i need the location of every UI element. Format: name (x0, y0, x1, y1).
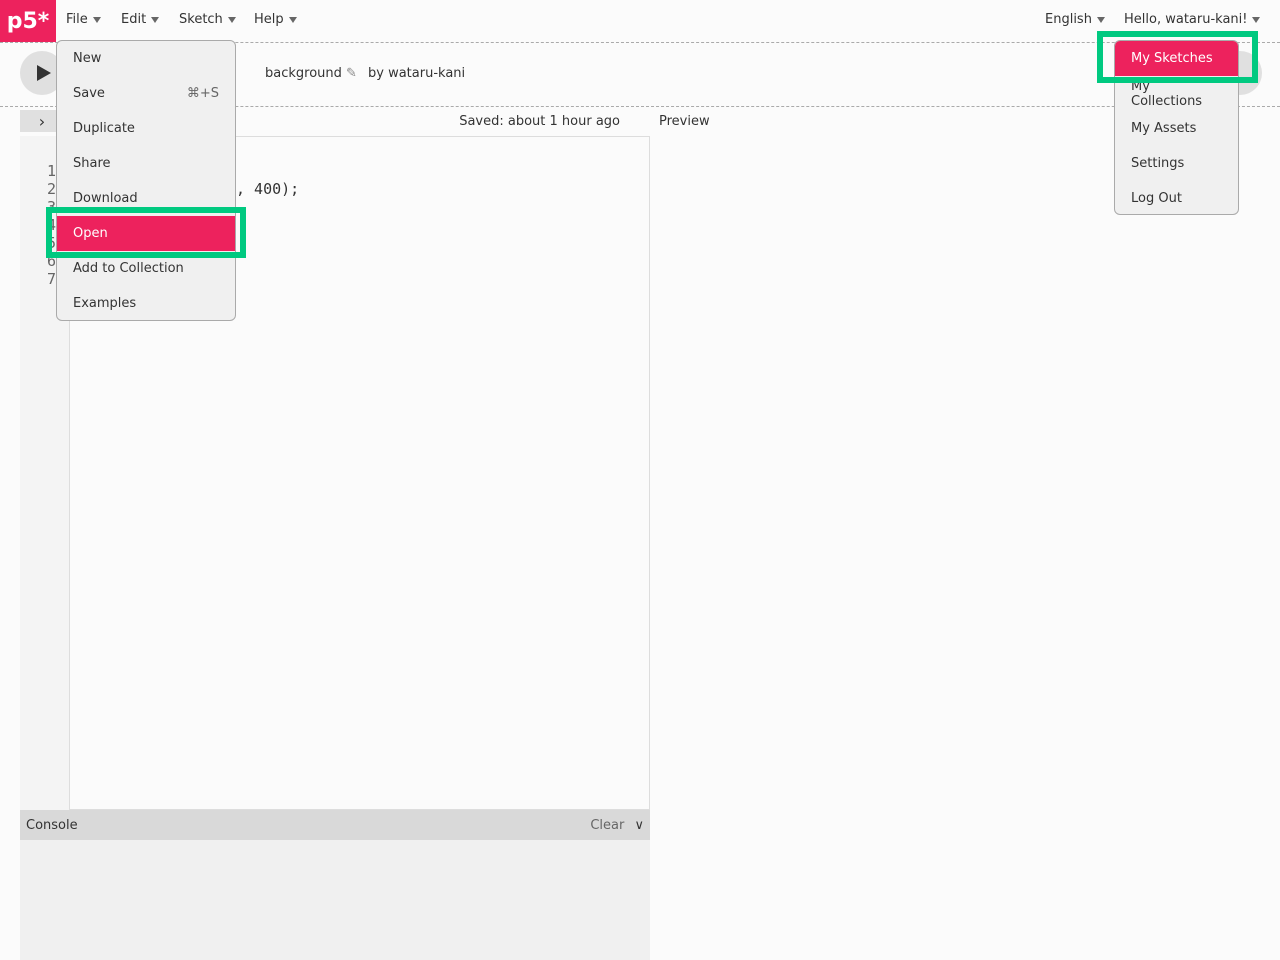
menu-item-examples[interactable]: Examples (57, 286, 235, 320)
p5-logo[interactable]: p5* (0, 0, 56, 42)
console-clear-button[interactable]: Clear (590, 818, 624, 833)
console-header: Console Clear ∨ (20, 810, 650, 840)
chevron-down-icon[interactable]: ∨ (634, 818, 644, 833)
menu-item-save[interactable]: Save ⌘+S (57, 76, 235, 111)
sketch-name[interactable]: background ✎ (265, 66, 357, 81)
nav-help[interactable]: Help (254, 12, 297, 27)
code-line: , 400); (236, 180, 300, 198)
console-title: Console (26, 817, 78, 833)
highlight-box (46, 207, 246, 258)
caret-down-icon (151, 16, 160, 23)
menu-item-share[interactable]: Share (57, 146, 235, 181)
menu-item-new[interactable]: New (57, 41, 235, 76)
console-output (20, 840, 650, 960)
saved-status: Saved: about 1 hour ago (459, 114, 620, 129)
sketch-author[interactable]: by wataru-kani (368, 66, 465, 81)
caret-down-icon (1252, 16, 1261, 23)
nav-edit[interactable]: Edit (121, 12, 160, 27)
caret-down-icon (288, 16, 297, 23)
menu-item-duplicate[interactable]: Duplicate (57, 111, 235, 146)
chevron-right-icon: › (38, 111, 46, 131)
caret-down-icon (227, 16, 236, 23)
preview-label: Preview (659, 114, 710, 129)
caret-down-icon (1096, 16, 1105, 23)
caret-down-icon (92, 16, 101, 23)
menu-item-settings[interactable]: Settings (1115, 146, 1238, 181)
file-menu: New Save ⌘+S Duplicate Share Download Ope… (56, 40, 236, 321)
nav-file[interactable]: File (66, 12, 101, 27)
language-selector[interactable]: English (1045, 12, 1105, 27)
pencil-icon: ✎ (346, 66, 357, 81)
user-menu-toggle[interactable]: Hello, wataru-kani! (1124, 12, 1261, 27)
highlight-box (1097, 31, 1258, 83)
nav-sketch[interactable]: Sketch (179, 12, 236, 27)
play-icon (37, 65, 51, 81)
menu-item-my-assets[interactable]: My Assets (1115, 111, 1238, 146)
menu-item-log-out[interactable]: Log Out (1115, 181, 1238, 214)
